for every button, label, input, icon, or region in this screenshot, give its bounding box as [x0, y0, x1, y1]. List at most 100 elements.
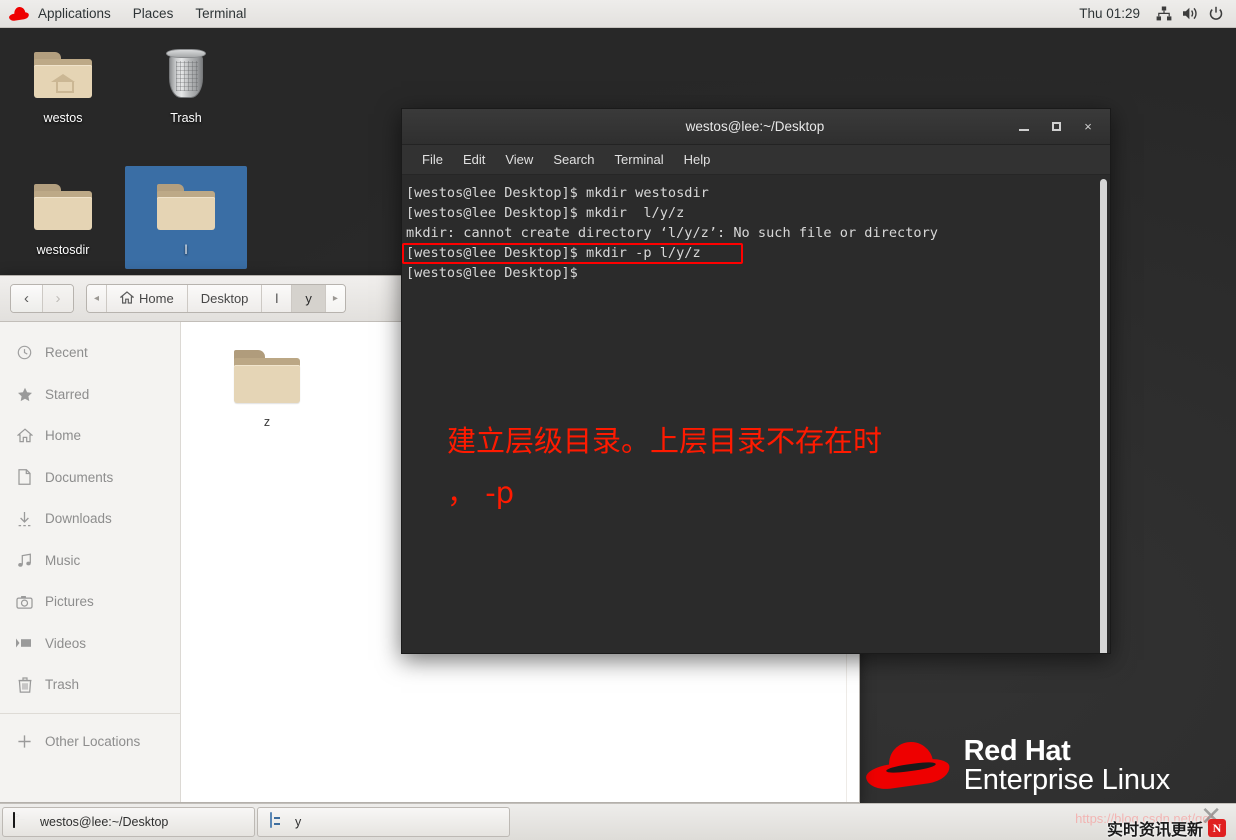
minimize-button[interactable] [1008, 113, 1040, 141]
breadcrumb-item-home[interactable]: Home [106, 285, 187, 312]
desktop-icon-westosdir[interactable]: westosdir [2, 166, 124, 258]
sidebar-item-label: Pictures [45, 594, 94, 610]
redhat-hat-icon [864, 739, 951, 793]
panel-menu-places[interactable]: Places [122, 0, 185, 28]
close-button[interactable]: × [1072, 113, 1104, 141]
sidebar-item-other-locations[interactable]: Other Locations [0, 721, 180, 763]
folder-icon [2, 174, 124, 240]
rhel-brand-logo: Red Hat Enterprise Linux [864, 734, 1171, 797]
sidebar-item-starred[interactable]: Starred [0, 374, 180, 416]
trash-icon [125, 42, 247, 108]
sidebar-item-home[interactable]: Home [0, 415, 180, 457]
plus-icon [16, 733, 33, 750]
menu-terminal[interactable]: Terminal [605, 145, 674, 175]
terminal-icon [13, 812, 31, 831]
file-item-z[interactable]: z [221, 350, 313, 429]
document-icon [16, 469, 33, 486]
sidebar-item-pictures[interactable]: Pictures [0, 581, 180, 623]
star-icon [16, 386, 33, 403]
sidebar-item-music[interactable]: Music [0, 540, 180, 582]
volume-icon[interactable] [1178, 2, 1202, 26]
taskbar-item-files[interactable]: y [257, 807, 510, 837]
minimize-icon [1019, 129, 1029, 131]
breadcrumb-item-y[interactable]: y [291, 285, 325, 312]
home-icon [119, 290, 135, 307]
desktop-icon-l[interactable]: l [125, 166, 247, 269]
clock[interactable]: Thu 01:29 [1069, 6, 1150, 21]
breadcrumb-scroll-left[interactable]: ◂ [87, 285, 107, 312]
taskbar-item-terminal[interactable]: westos@lee:~/Desktop [2, 807, 255, 837]
breadcrumb-item-l[interactable]: l [261, 285, 292, 312]
maximize-button[interactable] [1040, 113, 1072, 141]
sidebar-divider [0, 712, 180, 714]
sidebar-item-label: Home [45, 428, 82, 444]
desktop-icon-label: westos [43, 111, 83, 125]
breadcrumb-scroll-right[interactable]: ▸ [324, 285, 345, 312]
sidebar-item-label: Videos [45, 635, 87, 651]
desktop-icon-westos[interactable]: westos [2, 34, 124, 126]
sidebar-item-label: Documents [45, 469, 114, 485]
desktop-icon-label: westosdir [36, 243, 90, 257]
sidebar-item-videos[interactable]: Videos [0, 623, 180, 665]
terminal-title: westos@lee:~/Desktop [685, 119, 825, 134]
panel-menu-terminal[interactable]: Terminal [184, 0, 257, 28]
desktop-icon-label: l [184, 243, 188, 257]
file-manager-sidebar: Recent Starred Home Documents Downloads … [0, 322, 181, 802]
file-item-label: z [263, 415, 271, 429]
redhat-hat-icon [8, 5, 30, 22]
taskbar: westos@lee:~/Desktop y [0, 803, 1236, 840]
home-icon [16, 427, 33, 444]
power-icon[interactable] [1204, 2, 1228, 26]
forward-button[interactable]: › [42, 285, 73, 312]
terminal-line: [westos@lee Desktop]$ [406, 265, 578, 281]
terminal-line: mkdir: cannot create directory ‘l/y/z’: … [406, 225, 938, 241]
taskbar-item-label: westos@lee:~/Desktop [40, 815, 169, 829]
panel-menu-applications[interactable]: Applications [27, 0, 122, 28]
download-icon [16, 510, 33, 527]
annotation-line-2: ， -p [447, 476, 515, 510]
panel-status-area: Thu 01:29 [1069, 2, 1236, 26]
breadcrumb-label: y [305, 291, 312, 306]
annotation-text: 建立层级目录。上层目录不存在时 ， -p [447, 415, 1047, 519]
menu-help[interactable]: Help [674, 145, 721, 175]
rhel-brand-text: Red Hat Enterprise Linux [963, 734, 1171, 797]
back-button[interactable]: ‹ [11, 285, 42, 312]
terminal-menubar: File Edit View Search Terminal Help [402, 145, 1110, 175]
annotation-line-1: 建立层级目录。上层目录不存在时 [447, 424, 883, 458]
breadcrumb: ◂ Home Desktop l y ▸ [86, 284, 346, 313]
sidebar-item-recent[interactable]: Recent [0, 332, 180, 374]
terminal-window-controls: × [1008, 113, 1110, 141]
menu-edit[interactable]: Edit [453, 145, 495, 175]
sidebar-item-label: Music [45, 552, 81, 568]
network-icon[interactable] [1152, 2, 1176, 26]
desktop-icon-trash[interactable]: Trash [125, 34, 247, 126]
video-icon [16, 635, 33, 652]
camera-icon [16, 593, 33, 610]
breadcrumb-label: Desktop [200, 291, 249, 306]
music-icon [16, 552, 33, 569]
menu-file[interactable]: File [412, 145, 453, 175]
terminal-scrollbar[interactable] [1100, 179, 1107, 653]
clock-icon [16, 344, 33, 361]
terminal-window[interactable]: westos@lee:~/Desktop × File Edit View Se… [401, 108, 1111, 654]
terminal-line: [westos@lee Desktop]$ mkdir l/y/z [406, 205, 685, 221]
top-panel: Applications Places Terminal Thu 01:29 [0, 0, 1236, 28]
sidebar-item-documents[interactable]: Documents [0, 457, 180, 499]
sidebar-item-trash[interactable]: Trash [0, 664, 180, 706]
trash-icon [16, 676, 33, 693]
sidebar-item-label: Trash [45, 677, 80, 693]
rhel-brand-line1: Red Hat [963, 734, 1071, 767]
folder-icon [234, 350, 300, 403]
menu-search[interactable]: Search [543, 145, 604, 175]
breadcrumb-item-desktop[interactable]: Desktop [186, 285, 262, 312]
sidebar-item-label: Starred [45, 386, 90, 402]
navigation-buttons: ‹ › [10, 284, 74, 313]
files-icon [268, 812, 286, 831]
menu-view[interactable]: View [495, 145, 543, 175]
terminal-line: [westos@lee Desktop]$ mkdir -p l/y/z [406, 245, 701, 261]
terminal-screen[interactable]: [westos@lee Desktop]$ mkdir westosdir [w… [402, 175, 1110, 653]
terminal-titlebar[interactable]: westos@lee:~/Desktop × [402, 109, 1110, 145]
folder-icon [125, 174, 247, 240]
sidebar-item-downloads[interactable]: Downloads [0, 498, 180, 540]
rhel-brand-line2: Enterprise Linux [963, 764, 1171, 797]
